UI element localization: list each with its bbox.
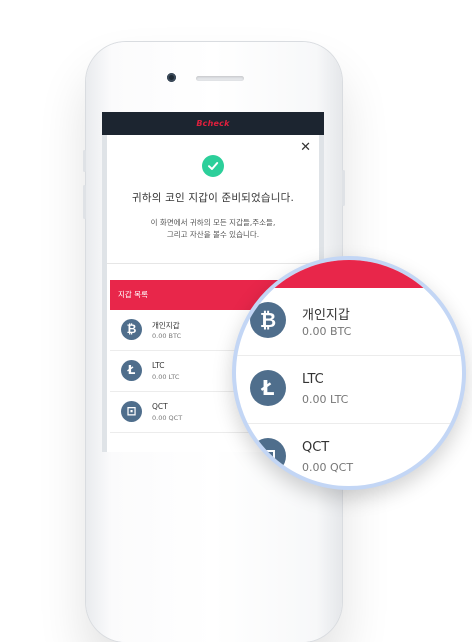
phone-volume-button xyxy=(83,185,86,219)
magnified-wallet-name: 개인지갑 xyxy=(302,308,350,323)
magnified-wallet-name: LTC xyxy=(302,372,324,387)
magnified-wallet-balance: 0.00 BTC xyxy=(302,325,352,338)
wallet-balance: 0.00 BTC xyxy=(152,332,182,340)
close-icon[interactable]: ✕ xyxy=(300,141,311,154)
brand-logo: Bcheck xyxy=(196,119,230,128)
phone-power-button xyxy=(342,170,345,206)
phone-side-button xyxy=(83,150,86,172)
wallet-name: QCT xyxy=(152,402,168,411)
bitcoin-icon: ₿ xyxy=(250,302,286,338)
modal-title: 귀하의 코인 지갑이 준비되었습니다. xyxy=(131,192,295,204)
earpiece-speaker xyxy=(196,76,244,81)
magnified-wallet-name: QCT xyxy=(302,440,330,455)
wallet-balance: 0.00 QCT xyxy=(152,414,183,422)
modal-subtitle-line-1: 이 화면에서 귀하의 모든 지갑들,주소들, xyxy=(150,218,276,227)
magnified-list-header xyxy=(236,260,462,288)
magnified-row-qct: ⊡ QCT 0.00 QCT xyxy=(236,424,462,486)
app-header: Bcheck xyxy=(102,112,324,135)
wallet-name: LTC xyxy=(152,361,165,370)
wallet-name: 개인지갑 xyxy=(152,321,180,330)
front-camera xyxy=(167,73,176,82)
litecoin-icon: Ł xyxy=(250,370,286,406)
bitcoin-icon: ₿ xyxy=(121,319,142,340)
magnified-wallet-balance: 0.00 LTC xyxy=(302,393,349,406)
qct-icon: ⊡ xyxy=(121,401,142,422)
magnified-wallet-balance: 0.00 QCT xyxy=(302,461,354,474)
litecoin-icon: Ł xyxy=(121,360,142,381)
magnifier-callout: ₿ 개인지갑 0.00 BTC Ł LTC 0.00 LTC ⊡ QCT 0.0… xyxy=(232,256,466,490)
modal-subtitle-line-2: 그리고 자산을 볼수 있습니다. xyxy=(166,230,260,239)
magnified-row-btc: ₿ 개인지갑 0.00 BTC xyxy=(236,288,462,356)
modal-subtitle: 이 화면에서 귀하의 모든 지갑들,주소들, 그리고 자산을 볼수 있습니다. xyxy=(107,217,319,241)
wallet-balance: 0.00 LTC xyxy=(152,373,180,381)
magnified-row-ltc: Ł LTC 0.00 LTC xyxy=(236,356,462,424)
qct-icon: ⊡ xyxy=(250,438,286,474)
success-check-icon xyxy=(202,155,224,177)
